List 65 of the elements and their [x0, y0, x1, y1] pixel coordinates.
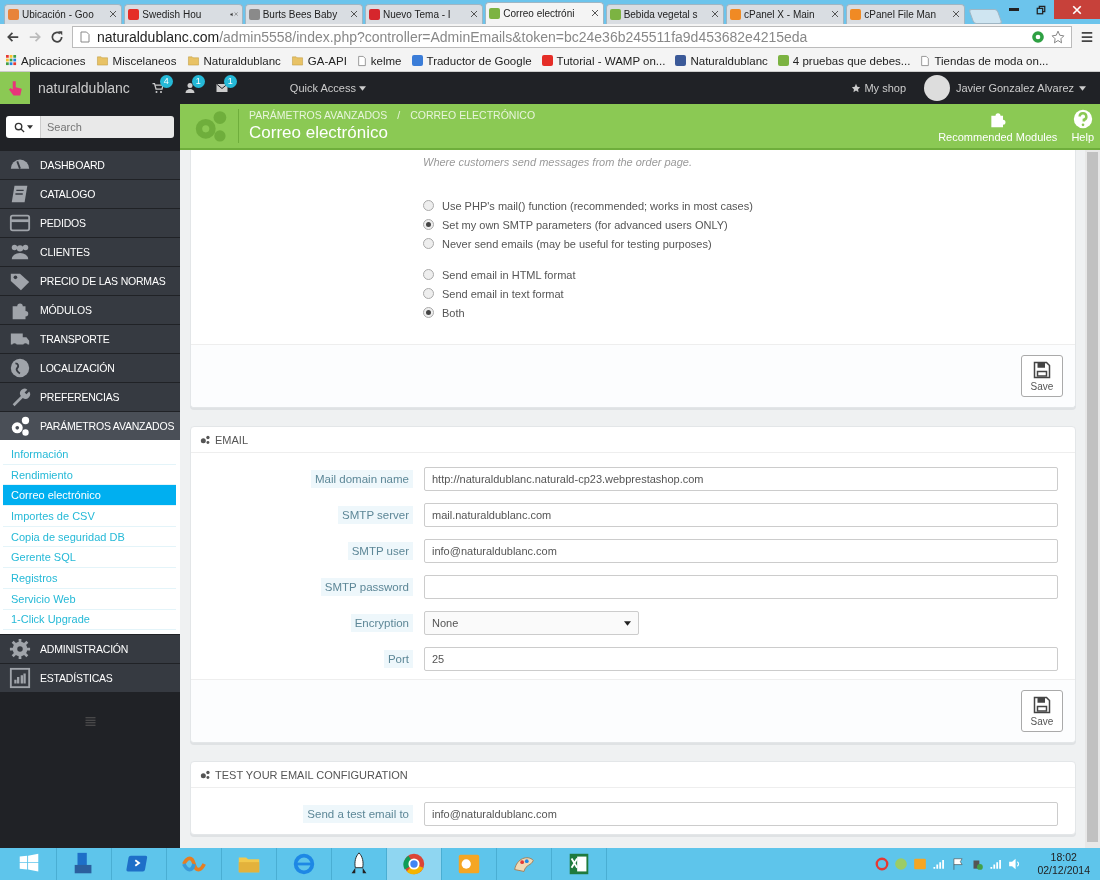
bookmark[interactable]: Naturaldublanc [675, 54, 768, 67]
menu-item[interactable]: CATALOGO [0, 179, 180, 208]
radio-label: Send email in HTML format [442, 268, 576, 281]
bookmark[interactable]: Aplicaciones [6, 54, 86, 67]
radio-label: Set my own SMTP parameters (for advanced users ONLY) [442, 218, 728, 231]
field-label: Port [383, 650, 413, 668]
bookmark[interactable]: Naturaldublanc [186, 54, 281, 67]
browser-tab[interactable]: cPanel File Man [846, 4, 965, 24]
user-menu[interactable]: Javier Gonzalez Alvarez [956, 82, 1086, 94]
radio-label: Use PHP's mail() function (recommended; works in most cases) [442, 199, 753, 212]
menu-item[interactable]: MÓDULOS [0, 295, 180, 324]
count-badge: 1 [191, 75, 205, 88]
browser-tab[interactable]: Burts Bees Baby [244, 4, 363, 24]
radio-label: Both [442, 306, 465, 319]
browser-tab[interactable]: Correo electróni [485, 2, 604, 24]
bookmark[interactable]: kelme [356, 54, 402, 67]
panel-title: TEST YOUR EMAIL CONFIGURATION [215, 768, 408, 781]
menu-item[interactable]: PREFERENCIAS [0, 382, 180, 411]
field-label: Send a test email to [303, 805, 413, 823]
menu-item[interactable]: ADMINISTRACIÓN [0, 634, 180, 664]
bookmark[interactable]: Miscelaneos [95, 54, 177, 67]
menu-item[interactable]: CLIENTES [0, 237, 180, 266]
input-field[interactable]: info@naturaldublanc.com [424, 802, 1058, 826]
bookmark[interactable]: GA-API [290, 54, 347, 67]
menu-item[interactable]: DASHBOARD [0, 150, 180, 179]
count-badge: 1 [223, 75, 237, 88]
menu-item[interactable]: ESTADÍSTICAS [0, 663, 180, 693]
input-field[interactable]: mail.naturaldublanc.com [424, 503, 1058, 527]
menu-item[interactable]: TRANSPORTE [0, 324, 180, 353]
save-button[interactable]: Save [1021, 355, 1063, 397]
browser-tab[interactable]: Nuevo Tema - I [365, 4, 484, 24]
save-button[interactable]: Save [1021, 690, 1063, 732]
address-bar[interactable]: naturaldublanc.com/admin5558/index.php?controller=AdminEmails&token=bc24e36b245511fa9d453682e4215eda [72, 26, 1072, 48]
bookmark[interactable]: Tutorial - WAMP on... [541, 54, 666, 67]
browser-tab[interactable]: Bebida vegetal s [605, 4, 724, 24]
input-field[interactable]: http://naturaldublanc.naturald-cp23.webprestashop.com [424, 467, 1058, 491]
select-field[interactable]: None [424, 611, 639, 635]
radio-label: Never send emails (may be useful for testing purposes) [442, 237, 712, 250]
field-label: Mail domain name [311, 470, 413, 488]
input-field[interactable]: info@naturaldublanc.com [424, 539, 1058, 563]
menu-item[interactable]: PEDIDOS [0, 208, 180, 237]
field-label: SMTP user [347, 542, 413, 560]
breadcrumb-separator: / [397, 109, 401, 121]
radio-label: Send email in text format [442, 287, 564, 300]
bookmark[interactable]: Tiendas de moda on... [920, 54, 1049, 67]
browser-tab[interactable]: Swedish Hou [124, 4, 243, 24]
field-label: SMTP server [338, 506, 413, 524]
browser-tab[interactable]: cPanel X - Main [725, 4, 845, 24]
hint-text: Where customers send messages from the order page. [423, 156, 693, 168]
menu-item[interactable]: PARÁMETROS AVANZADOS [0, 411, 180, 440]
count-badge: 4 [159, 75, 173, 88]
menu-item[interactable]: PRECIO DE LAS NORMAS [0, 266, 180, 295]
bookmark[interactable]: Traductor de Google [411, 54, 532, 67]
shop-name: naturaldublanc [38, 80, 130, 96]
input-field[interactable]: 25 [424, 647, 1058, 671]
field-label: SMTP password [320, 578, 413, 596]
clock[interactable]: 18:02 02/12/2014 [1037, 851, 1090, 877]
page-title: Correo electrónico [249, 123, 389, 143]
bookmark[interactable]: 4 pruebas que debes... [777, 54, 911, 67]
field-label: Encryption [350, 614, 413, 632]
menu-item[interactable]: LOCALIZACIÓN [0, 353, 180, 382]
quick-access-menu[interactable]: Quick Access [289, 82, 366, 94]
panel-title: EMAIL [215, 433, 248, 446]
my-shop-link[interactable]: My shop [851, 82, 906, 94]
browser-tab[interactable]: Ubicación - Goo [4, 4, 123, 24]
